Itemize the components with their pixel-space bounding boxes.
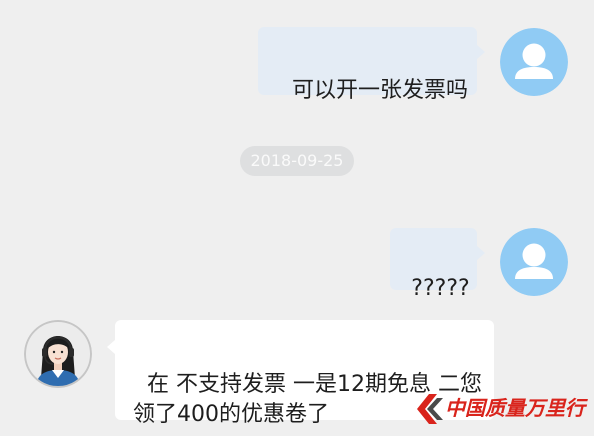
- message-text: ?????: [411, 276, 470, 301]
- user-avatar-icon: [500, 28, 568, 96]
- user-avatar-icon: [500, 228, 568, 296]
- watermark-text: 中国质量万里行: [445, 396, 585, 420]
- outgoing-message-bubble[interactable]: ?????: [390, 228, 485, 301]
- user-avatar[interactable]: [500, 28, 568, 96]
- user-avatar[interactable]: [500, 228, 568, 296]
- watermark-logo: [417, 394, 443, 424]
- agent-avatar[interactable]: [24, 320, 92, 388]
- chevron-logo-icon: [417, 394, 443, 424]
- message-text: 可以开一张发票吗: [292, 78, 469, 103]
- timestamp-label: 2018-09-25: [240, 146, 354, 176]
- agent-avatar-icon: [24, 320, 92, 388]
- outgoing-message-bubble[interactable]: 可以开一张发票吗: [258, 27, 485, 103]
